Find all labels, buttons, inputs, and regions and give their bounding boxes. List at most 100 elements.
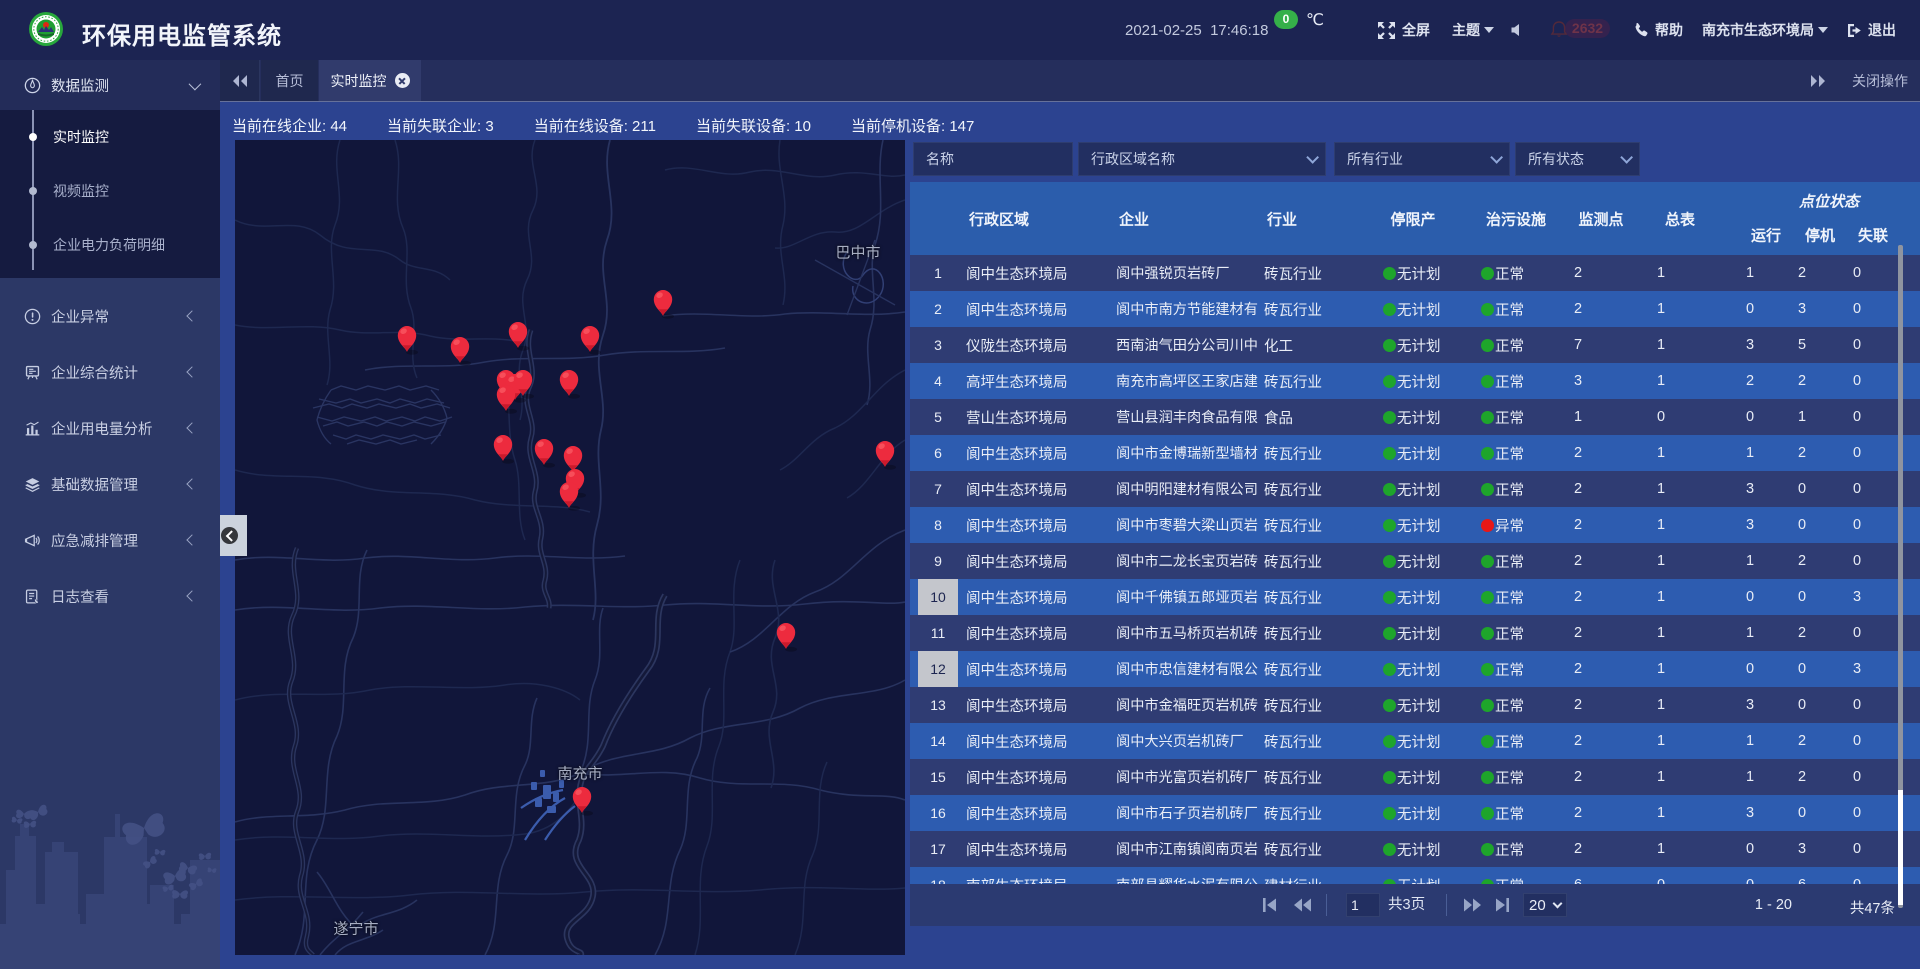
sidebar-item-data-monitor[interactable]: 数据监测 [0, 60, 220, 110]
sidebar-item-base-data[interactable]: 基础数据管理 [0, 456, 220, 512]
table-row[interactable]: 12阆中生态环境局阆中市忠信建材有限公砖瓦行业无计划正常21003 [910, 651, 1920, 687]
stat-item-3: 当前在线设备: 211 [534, 115, 656, 136]
tab-realtime-monitor[interactable]: 实时监控 [319, 60, 421, 101]
table-row[interactable]: 4高坪生态环境局南充市高坪区王家店建砖瓦行业无计划正常31220 [910, 363, 1920, 399]
table-row[interactable]: 10阆中生态环境局阆中千佛镇五郎垭页岩砖瓦行业无计划正常21003 [910, 579, 1920, 615]
map-pin-5[interactable] [652, 288, 674, 318]
mute-button[interactable] [1510, 0, 1523, 60]
tab-label: 首页 [276, 71, 304, 91]
close-operations-dropdown[interactable]: 关闭操作 [1852, 60, 1920, 101]
page-number-input[interactable]: 1 [1346, 893, 1380, 917]
cell-industry: 砖瓦行业 [1258, 551, 1376, 572]
org-dropdown[interactable]: 南充市生态环境局 [1702, 0, 1828, 60]
table-row[interactable]: 8阆中生态环境局阆中市枣碧大梁山页岩砖瓦行业无计划异常21300 [910, 507, 1920, 543]
status-dot-green [1383, 267, 1396, 280]
row-index: 10 [910, 579, 966, 615]
col-header-7[interactable]: 总表 [1665, 209, 1695, 230]
sidebar-subitem-2[interactable]: 视频监控 [0, 164, 220, 218]
name-filter-input[interactable]: 名称 [913, 142, 1073, 176]
table-row[interactable]: 1阆中生态环境局阆中强锐页岩砖厂砖瓦行业无计划正常21120 [910, 255, 1920, 291]
cell-monitor-count: 2 [1550, 697, 1628, 713]
table-scrollbar[interactable] [1898, 245, 1903, 908]
col-subheader-2[interactable]: 停机 [1805, 225, 1835, 246]
col-header-2[interactable]: 企业 [1119, 209, 1149, 230]
cell-meter-count: 1 [1628, 553, 1700, 569]
map-pin-11[interactable] [492, 433, 514, 463]
sidebar-item-power-analysis[interactable]: 企业用电量分析 [0, 400, 220, 456]
status-dot-green [1383, 447, 1396, 460]
sidebar-item-emergency[interactable]: 应急减排管理 [0, 512, 220, 568]
theme-dropdown[interactable]: 主题 [1452, 0, 1494, 60]
col-header-6[interactable]: 监测点 [1578, 209, 1623, 230]
map-pin-17[interactable] [775, 621, 797, 651]
col-header-5[interactable]: 治污设施 [1486, 209, 1546, 230]
map-pin-4[interactable] [579, 324, 601, 354]
sidebar-item-stats[interactable]: 企业综合统计 [0, 344, 220, 400]
table-row[interactable]: 17阆中生态环境局阆中市江南镇阆南页岩砖瓦行业无计划正常21030 [910, 831, 1920, 867]
map-pin-2[interactable] [449, 335, 471, 365]
tab-scroll-left-button[interactable] [220, 60, 260, 101]
facility-text: 正常 [1495, 443, 1524, 464]
logout-icon [1847, 23, 1862, 38]
cell-halt-count: 1 [1772, 409, 1832, 425]
table-row[interactable]: 16阆中生态环境局阆中市石子页岩机砖厂砖瓦行业无计划正常21300 [910, 795, 1920, 831]
sidebar-collapse-button[interactable] [220, 515, 247, 556]
col-header-1[interactable]: 行政区域 [969, 209, 1029, 230]
table-row[interactable]: 6阆中生态环境局阆中市金博瑞新型墙材砖瓦行业无计划正常21120 [910, 435, 1920, 471]
table-row[interactable]: 15阆中生态环境局阆中市光富页岩机砖厂砖瓦行业无计划正常21120 [910, 759, 1920, 795]
map-pin-1[interactable] [396, 324, 418, 354]
table-row[interactable]: 3仪陇生态环境局西南油气田分公司川中化工无计划正常71350 [910, 327, 1920, 363]
cell-stop-limit: 无计划 [1376, 299, 1460, 320]
scrollbar-thumb[interactable] [1898, 790, 1903, 905]
tab-scroll-right-button[interactable] [1805, 60, 1831, 101]
table-row[interactable]: 18南部生态环境局南部县耀华水泥有限公建材行业无计划正常60060 [910, 867, 1920, 884]
col-header-4[interactable]: 停限产 [1390, 209, 1435, 230]
next-page-icon[interactable] [1463, 897, 1482, 913]
col-subheader-3[interactable]: 失联 [1858, 225, 1888, 246]
cell-run-count: 1 [1700, 769, 1772, 785]
map-pin-12[interactable] [533, 437, 555, 467]
facility-text: 正常 [1495, 371, 1524, 392]
map-pin-3[interactable] [507, 320, 529, 350]
fullscreen-button[interactable]: 全屏 [1377, 0, 1430, 60]
fullscreen-icon [1377, 21, 1396, 40]
alarm-count-badge[interactable]: 2632 [1565, 19, 1610, 38]
col-subheader-1[interactable]: 运行 [1751, 225, 1781, 246]
tab-home[interactable]: 首页 [261, 60, 318, 101]
map[interactable]: 巴中市南充市遂宁市 [235, 140, 905, 955]
table-row[interactable]: 5营山生态环境局营山县润丰肉食品有限食品无计划正常10010 [910, 399, 1920, 435]
prev-page-icon[interactable] [1293, 897, 1312, 913]
logout-button[interactable]: 退出 [1847, 0, 1896, 60]
col-header-3[interactable]: 行业 [1267, 209, 1297, 230]
map-pin-18[interactable] [571, 785, 593, 815]
last-page-icon[interactable] [1495, 897, 1510, 913]
sidebar-item-logs[interactable]: 日志查看 [0, 568, 220, 624]
sidebar-item-abnormal[interactable]: 企业异常 [0, 288, 220, 344]
sidebar-subitem-3[interactable]: 企业电力负荷明细 [0, 218, 220, 272]
map-pin-16[interactable] [874, 439, 896, 469]
map-pin-9[interactable] [495, 383, 517, 413]
table-row[interactable]: 13阆中生态环境局阆中市金福旺页岩机砖砖瓦行业无计划正常21300 [910, 687, 1920, 723]
status-filter-select[interactable]: 所有状态 [1515, 142, 1640, 176]
help-button[interactable]: 帮助 [1633, 0, 1683, 60]
row-index: 15 [910, 769, 966, 785]
table-row[interactable]: 7阆中生态环境局阆中明阳建材有限公司砖瓦行业无计划正常21300 [910, 471, 1920, 507]
industry-filter-select[interactable]: 所有行业 [1334, 142, 1510, 176]
sidebar-subitem-1[interactable]: 实时监控 [0, 110, 220, 164]
cell-run-count: 1 [1700, 553, 1772, 569]
table-row[interactable]: 9阆中生态环境局阆中市二龙长宝页岩砖砖瓦行业无计划正常21120 [910, 543, 1920, 579]
cell-region: 阆中生态环境局 [966, 263, 1110, 284]
cell-region: 阆中生态环境局 [966, 443, 1110, 464]
map-pin-10[interactable] [558, 368, 580, 398]
table-row[interactable]: 2阆中生态环境局阆中市南方节能建材有砖瓦行业无计划正常21030 [910, 291, 1920, 327]
map-pin-15[interactable] [558, 480, 580, 510]
cell-meter-count: 1 [1628, 589, 1700, 605]
table-row[interactable]: 14阆中生态环境局阆中大兴页岩机砖厂砖瓦行业无计划正常21120 [910, 723, 1920, 759]
region-filter-select[interactable]: 行政区域名称 [1078, 142, 1326, 176]
sidebar-subitem-label: 视频监控 [53, 181, 109, 201]
status-dot-green [1383, 663, 1396, 676]
table-row[interactable]: 11阆中生态环境局阆中市五马桥页岩机砖砖瓦行业无计划正常21120 [910, 615, 1920, 651]
tab-close-icon[interactable] [395, 73, 410, 88]
first-page-icon[interactable] [1262, 897, 1277, 913]
page-size-select[interactable]: 20 [1523, 893, 1567, 917]
